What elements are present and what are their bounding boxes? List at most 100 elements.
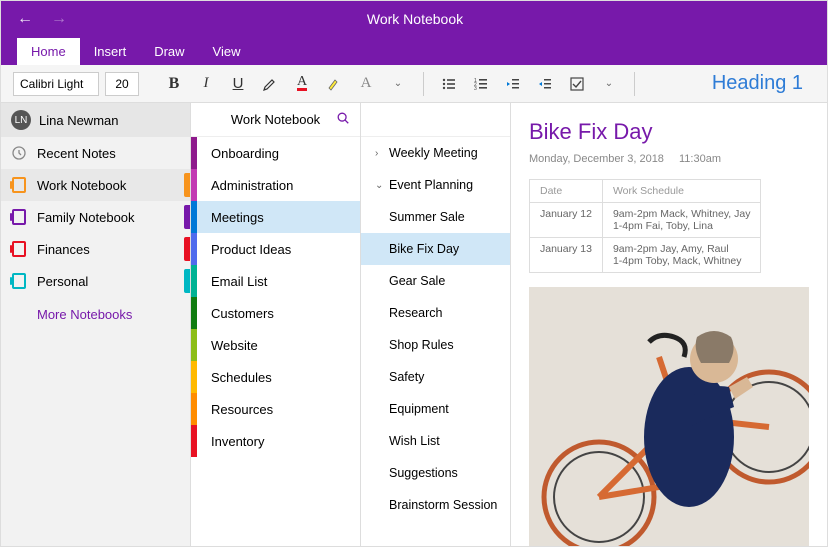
recent-notes[interactable]: Recent Notes: [1, 137, 190, 169]
section-label: Resources: [211, 402, 273, 417]
page-item[interactable]: Gear Sale: [361, 265, 510, 297]
page-item[interactable]: Summer Sale: [361, 201, 510, 233]
section-label: Inventory: [211, 434, 264, 449]
more-para-button[interactable]: ⌄: [596, 71, 622, 97]
sections-header: Work Notebook: [191, 103, 360, 137]
chevron-icon[interactable]: ⌄: [375, 180, 385, 191]
nav-arrows: ← →: [1, 10, 83, 28]
page-item[interactable]: Suggestions: [361, 457, 510, 489]
section-color-tab: [191, 137, 197, 169]
page-date: Monday, December 3, 2018: [529, 153, 664, 165]
section-color-tab: [191, 361, 197, 393]
font-size-select[interactable]: 20: [105, 72, 139, 96]
tab-insert[interactable]: Insert: [80, 38, 141, 65]
chevron-icon[interactable]: ›: [375, 148, 385, 159]
page-meta: Monday, December 3, 2018 11:30am: [529, 153, 809, 165]
section-item[interactable]: Meetings: [191, 201, 360, 233]
ribbon-divider-2: [634, 72, 635, 96]
page-label: Suggestions: [389, 466, 458, 480]
page-label: Summer Sale: [389, 210, 465, 224]
section-color-tab: [191, 329, 197, 361]
section-item[interactable]: Email List: [191, 265, 360, 297]
clock-icon: [11, 145, 27, 161]
bullets-button[interactable]: [436, 71, 462, 97]
ribbon-tabs: Home Insert Draw View: [1, 37, 827, 65]
tab-draw[interactable]: Draw: [140, 38, 198, 65]
section-item[interactable]: Resources: [191, 393, 360, 425]
todo-tag-button[interactable]: [564, 71, 590, 97]
notebook-item[interactable]: Family Notebook: [1, 201, 190, 233]
color-stripe: [184, 269, 190, 293]
color-stripe: [184, 205, 190, 229]
ribbon: Calibri Light 20 B I U A A ⌄ 123: [1, 65, 827, 103]
notebook-item[interactable]: Finances: [1, 233, 190, 265]
more-notebooks-link[interactable]: More Notebooks: [1, 297, 190, 332]
sidebar-item-label: Work Notebook: [37, 178, 126, 193]
highlight-button[interactable]: [257, 71, 283, 97]
page-item[interactable]: Bike Fix Day: [361, 233, 510, 265]
page-item[interactable]: Equipment: [361, 393, 510, 425]
page-item[interactable]: Research: [361, 297, 510, 329]
section-item[interactable]: Inventory: [191, 425, 360, 457]
underline-button[interactable]: U: [225, 71, 251, 97]
sidebar: LN Lina Newman Recent Notes Work Noteboo…: [1, 103, 191, 546]
section-item[interactable]: Customers: [191, 297, 360, 329]
back-button[interactable]: ←: [17, 10, 33, 28]
section-label: Website: [211, 338, 258, 353]
notebook-item[interactable]: Personal: [1, 265, 190, 297]
page-label: Event Planning: [389, 178, 473, 192]
clear-formatting-button[interactable]: A: [353, 71, 379, 97]
page-item[interactable]: Wish List: [361, 425, 510, 457]
page-label: Gear Sale: [389, 274, 445, 288]
bold-button[interactable]: B: [161, 71, 187, 97]
highlight-color-button[interactable]: [321, 71, 347, 97]
section-color-tab: [191, 425, 197, 457]
page-item[interactable]: Safety: [361, 361, 510, 393]
indent-button[interactable]: [532, 71, 558, 97]
font-name-select[interactable]: Calibri Light: [13, 72, 99, 96]
italic-button[interactable]: I: [193, 71, 219, 97]
section-item[interactable]: Product Ideas: [191, 233, 360, 265]
section-label: Administration: [211, 178, 293, 193]
numbering-button[interactable]: 123: [468, 71, 494, 97]
notebook-item[interactable]: Work Notebook: [1, 169, 190, 201]
table-cell: January 12: [530, 203, 603, 238]
section-label: Customers: [211, 306, 274, 321]
tab-view[interactable]: View: [199, 38, 255, 65]
embedded-image[interactable]: [529, 287, 809, 546]
font-color-button[interactable]: A: [289, 71, 315, 97]
section-label: Schedules: [211, 370, 272, 385]
schedule-table[interactable]: Date Work Schedule January 12 9am-2pm Ma…: [529, 179, 761, 273]
more-font-button[interactable]: ⌄: [385, 71, 411, 97]
tab-home[interactable]: Home: [17, 38, 80, 65]
page-time: 11:30am: [679, 153, 721, 165]
outdent-button[interactable]: [500, 71, 526, 97]
section-color-tab: [191, 233, 197, 265]
table-row[interactable]: January 12 9am-2pm Mack, Whitney, Jay 1-…: [530, 203, 761, 238]
page-item[interactable]: › Weekly Meeting: [361, 137, 510, 169]
page-label: Bike Fix Day: [389, 242, 459, 256]
page-title[interactable]: Bike Fix Day: [529, 119, 809, 145]
notebook-icon: [11, 273, 27, 289]
pages-column: › Weekly Meeting ⌄ Event Planning Summer Sal…: [361, 103, 511, 546]
table-header: Work Schedule: [602, 180, 761, 203]
section-item[interactable]: Onboarding: [191, 137, 360, 169]
sidebar-item-label: Family Notebook: [37, 210, 135, 225]
page-item[interactable]: Shop Rules: [361, 329, 510, 361]
section-color-tab: [191, 201, 197, 233]
section-item[interactable]: Schedules: [191, 361, 360, 393]
page-label: Weekly Meeting: [389, 146, 478, 160]
note-canvas[interactable]: Bike Fix Day Monday, December 3, 2018 11…: [511, 103, 827, 546]
section-item[interactable]: Website: [191, 329, 360, 361]
styles-gallery[interactable]: Heading 1: [700, 72, 815, 95]
user-account[interactable]: LN Lina Newman: [1, 103, 190, 137]
table-cell: January 13: [530, 238, 603, 273]
page-item[interactable]: Brainstorm Session: [361, 489, 510, 521]
sidebar-item-label: Personal: [37, 274, 88, 289]
search-icon[interactable]: [336, 111, 350, 128]
section-item[interactable]: Administration: [191, 169, 360, 201]
forward-button[interactable]: →: [51, 10, 67, 28]
table-row[interactable]: January 13 9am-2pm Jay, Amy, Raul 1-4pm …: [530, 238, 761, 273]
page-item[interactable]: ⌄ Event Planning: [361, 169, 510, 201]
section-color-tab: [191, 297, 197, 329]
